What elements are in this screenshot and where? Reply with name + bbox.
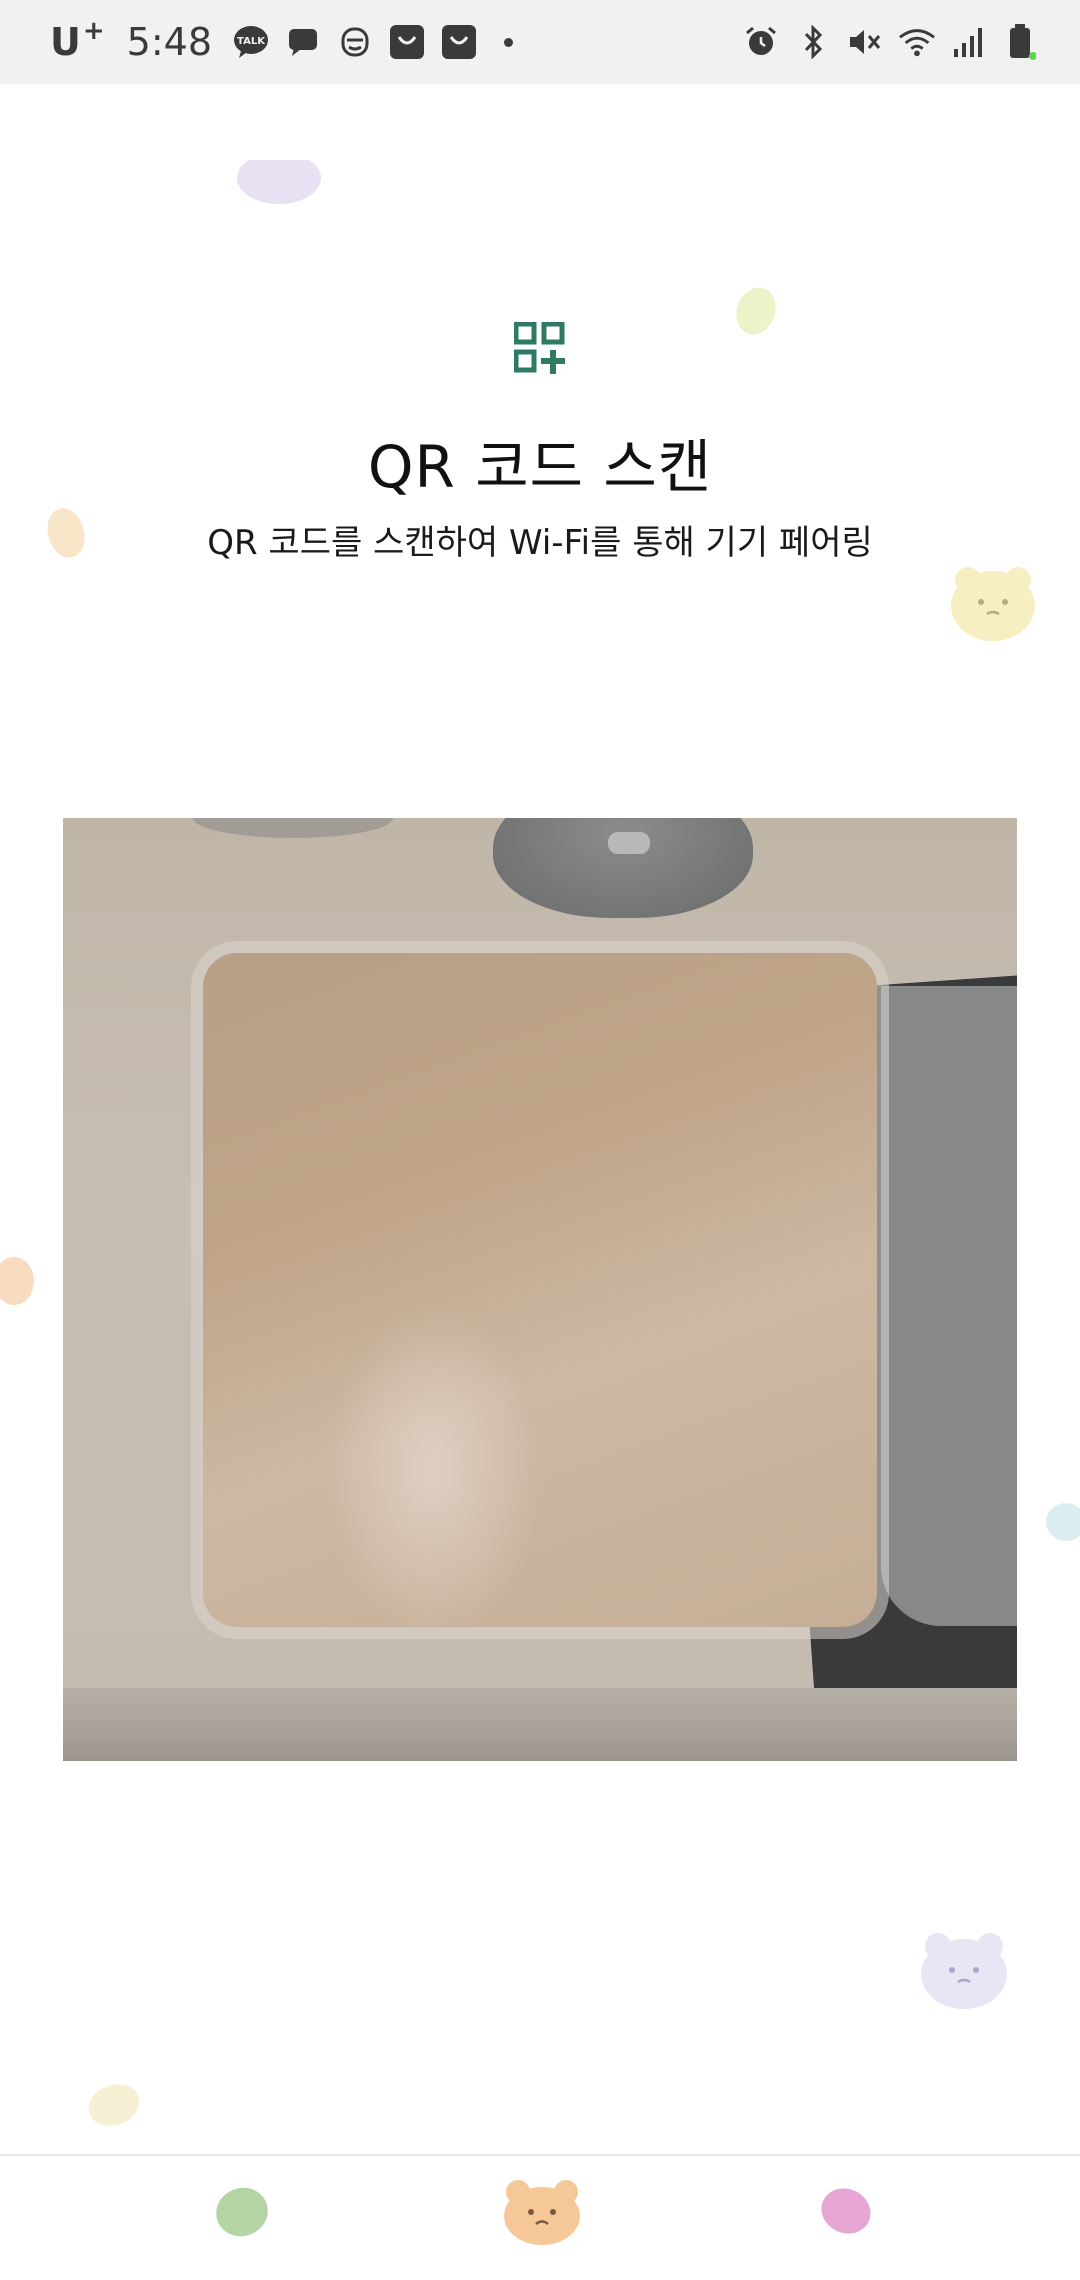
blue-bean-sticker-icon (1046, 1503, 1080, 1541)
svg-text:TALK: TALK (237, 36, 266, 47)
status-right (742, 23, 1040, 61)
orange-bean-sticker-icon (0, 1257, 34, 1305)
purple-bean-sticker-icon (237, 160, 321, 204)
green-bean-icon (216, 2187, 268, 2237)
page-title: QR 코드 스캔 (367, 433, 713, 501)
nav-item-green-bean[interactable] (212, 2184, 272, 2240)
pink-bean-icon (821, 2188, 871, 2234)
bot-face-icon (336, 23, 374, 61)
qr-scan-screen: U + 5:48 TALK QR 코드 스캔 QR 코드를 스캔하여 Wi-Fi… (0, 0, 1080, 2280)
yellow-bean-sticker-icon (736, 287, 776, 335)
scan-frame (203, 953, 877, 1627)
yellow-bear-sticker-icon (951, 567, 1035, 641)
shopping-bag-icon (440, 23, 478, 61)
wifi-icon (898, 23, 936, 61)
more-notifications-dot (504, 37, 513, 47)
bluetooth-icon (794, 23, 832, 61)
camera-scene-object (193, 818, 393, 838)
nav-item-pink-bean[interactable] (818, 2184, 874, 2238)
camera-scene-desk-edge (63, 1688, 1017, 1761)
scan-frame-glare (323, 1303, 543, 1627)
nav-item-bear[interactable] (502, 2178, 582, 2246)
camera-scene-mouse-button (608, 832, 650, 854)
shopping-bag-icon (388, 23, 426, 61)
mute-icon (846, 23, 884, 61)
camera-preview[interactable] (63, 818, 1017, 1761)
camera-scene-mousepad-edge (881, 986, 1017, 1626)
status-bar: U + 5:48 TALK (0, 0, 1080, 84)
status-left: U + 5:48 TALK (50, 16, 513, 64)
cream-bean-sticker-icon (88, 2084, 140, 2126)
battery-icon (1002, 23, 1040, 61)
bear-face-icon (504, 2180, 580, 2245)
cell-signal-icon (950, 23, 988, 61)
clock: 5:48 (126, 20, 212, 64)
qr-code-icon (514, 322, 565, 374)
page-subtitle: QR 코드를 스캔하여 Wi-Fi를 통해 기기 페어링 (207, 523, 873, 563)
message-icon (284, 23, 322, 61)
lavender-bear-sticker-icon (921, 1933, 1007, 2009)
alarm-icon (742, 23, 780, 61)
kakaotalk-icon: TALK (232, 23, 270, 61)
carrier-label: U + (50, 16, 105, 64)
